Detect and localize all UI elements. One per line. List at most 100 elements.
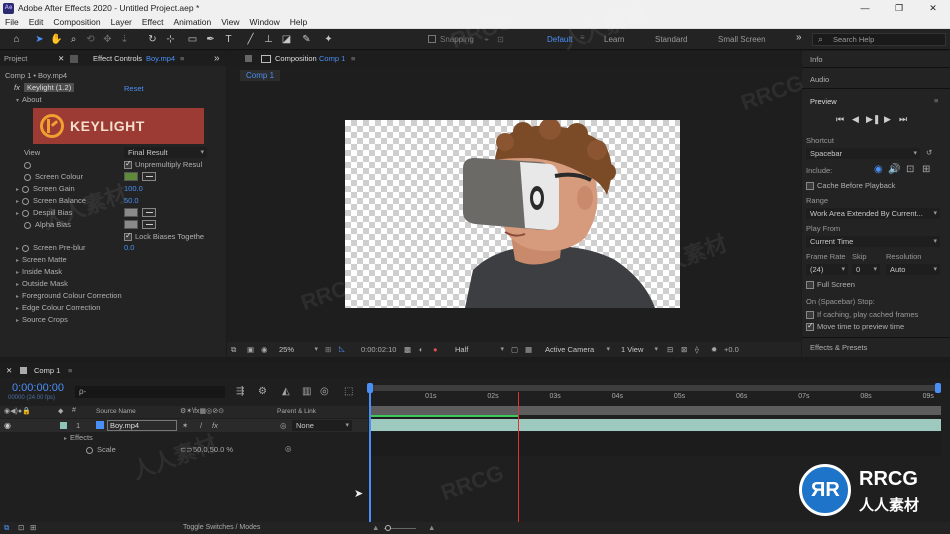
last-frame-icon[interactable]: ⏭ (899, 114, 907, 125)
minimize-button[interactable]: — (848, 0, 882, 16)
monitor-icon[interactable]: ▣ (247, 345, 254, 354)
roto-brush-tool-icon[interactable]: ✎ (300, 33, 313, 46)
quality-switch-icon[interactable]: / (200, 421, 202, 430)
workspace-learn[interactable]: Learn (604, 35, 624, 44)
shortcut-dropdown[interactable]: Spacebar (806, 148, 920, 159)
hand-tool-icon[interactable]: ✋ (50, 33, 63, 46)
show-snapshot-icon[interactable]: ◐ (419, 345, 424, 354)
tab-effect-controls-layer[interactable]: Boy.mp4 (146, 54, 175, 63)
type-tool-icon[interactable]: T (222, 33, 235, 46)
view-dropdown[interactable]: Final Result (124, 147, 207, 158)
cache-before-playback-checkbox[interactable]: Cache Before Playback (806, 181, 895, 191)
work-area-bar[interactable] (369, 406, 941, 415)
more-workspaces-icon[interactable]: » (796, 32, 802, 43)
skip-dropdown[interactable]: 0 (852, 264, 880, 275)
brush-tool-icon[interactable]: ╱ (244, 33, 257, 46)
current-time-indicator[interactable] (369, 392, 371, 522)
group-source-crops[interactable]: ▸ Source Crops (16, 315, 68, 324)
view-layout-dropdown[interactable]: 1 View (617, 344, 661, 355)
close-button[interactable]: ✕ (916, 0, 950, 16)
include-audio-icon[interactable]: 🔊 (888, 164, 900, 175)
resolution-dropdown[interactable]: Half (451, 344, 507, 355)
draft-3d-icon[interactable]: ⚙ (258, 386, 267, 397)
info-panel-tab[interactable]: Info (810, 55, 823, 64)
camera-dropdown[interactable]: Active Camera (541, 344, 613, 355)
menu-window[interactable]: Window (245, 17, 285, 27)
group-edge-colour-correction[interactable]: ▸ Edge Colour Correction (16, 303, 100, 312)
group-screen-matte[interactable]: ▸ Screen Matte (16, 255, 67, 264)
group-outside-mask[interactable]: ▸ Outside Mask (16, 279, 68, 288)
stopwatch-icon[interactable] (22, 244, 30, 252)
next-frame-icon[interactable]: ▶ (884, 114, 891, 125)
fx-icon[interactable]: fx (14, 83, 20, 92)
zoom-out-icon[interactable]: ▲ (372, 523, 379, 532)
parent-link-header[interactable]: Parent & Link (277, 408, 316, 415)
playhead[interactable] (518, 392, 520, 522)
toggle-switches-modes[interactable]: Toggle Switches / Modes (183, 524, 260, 531)
despill-bias-swatch[interactable] (124, 208, 138, 217)
screen-colour-swatch[interactable] (124, 172, 138, 181)
panel-menu-icon[interactable]: ≡ (68, 366, 72, 375)
lock-tab-icon[interactable] (70, 54, 78, 63)
graph-editor-icon[interactable]: ⬚ (344, 386, 353, 397)
panel-menu-icon[interactable]: ≡ (934, 96, 938, 105)
pick-whip-icon[interactable]: ◎ (280, 421, 287, 430)
first-frame-icon[interactable]: ⏮ (836, 114, 844, 125)
always-preview-icon[interactable]: ⧉ (231, 345, 236, 355)
alpha-bias-swatch[interactable] (124, 220, 138, 229)
stopwatch-icon[interactable] (22, 197, 30, 205)
workspace-menu-icon[interactable]: ≡ (580, 33, 585, 42)
pan-behind-tool-icon[interactable]: ⊹ (164, 33, 177, 46)
rotate-tool-icon[interactable]: ↻ (146, 33, 159, 46)
motion-blur-icon[interactable]: ◎ (320, 386, 329, 397)
shy-switch-icon[interactable]: ✶ (182, 421, 188, 430)
preview-panel-tab[interactable]: Preview (810, 97, 837, 106)
stopwatch-icon[interactable] (24, 221, 31, 229)
play-pause-icon[interactable]: ▶❚ (866, 114, 880, 125)
range-dropdown[interactable]: Work Area Extended By Current... (806, 208, 940, 219)
menu-effect[interactable]: Effect (137, 17, 169, 27)
layer-label-color[interactable] (60, 422, 67, 429)
zoom-dropdown[interactable]: 25% (275, 344, 321, 355)
if-caching-checkbox[interactable]: If caching, play cached frames (806, 310, 918, 320)
hide-shy-layers-icon[interactable]: ◭ (282, 386, 290, 397)
menu-file[interactable]: File (0, 17, 24, 27)
previous-frame-icon[interactable]: ◀ (852, 114, 859, 125)
menu-composition[interactable]: Composition (48, 17, 105, 27)
viewer-timecode[interactable]: 0:00:02:10 (361, 345, 396, 354)
frame-blending-icon[interactable]: ▥ (302, 386, 311, 397)
selection-tool-icon[interactable]: ➤ (33, 33, 46, 46)
about-toggle[interactable]: ▾ About (16, 95, 42, 104)
frame-rate-dropdown[interactable]: (24) (806, 264, 848, 275)
zoom-in-icon[interactable]: ▲ (428, 523, 435, 532)
pan-camera-icon[interactable]: ✥ (101, 33, 114, 46)
flowchart-icon[interactable]: ⟠ (695, 345, 699, 354)
stopwatch-icon[interactable] (24, 160, 35, 169)
tab-effect-controls[interactable]: Effect Controls (93, 54, 142, 63)
effect-switch-icon[interactable]: fx (212, 421, 218, 430)
panel-menu-icon[interactable]: ≡ (351, 54, 355, 63)
eyedropper-icon[interactable] (142, 208, 156, 217)
orbit-camera-icon[interactable]: ⟲ (84, 33, 97, 46)
menu-edit[interactable]: Edit (24, 17, 49, 27)
timeline-timecode[interactable]: 0:00:00:00 (12, 382, 64, 394)
group-inside-mask[interactable]: ▸ Inside Mask (16, 267, 62, 276)
comp-sub-tab[interactable]: Comp 1 (240, 70, 281, 81)
eraser-tool-icon[interactable]: ◪ (280, 33, 293, 46)
transparency-grid-icon[interactable]: ▦ (525, 345, 532, 354)
region-icon[interactable]: ▢ (511, 345, 518, 354)
include-overlays-icon[interactable]: ⊡ (906, 164, 914, 175)
reset-shortcut-icon[interactable]: ↺ (926, 148, 932, 157)
rectangle-tool-icon[interactable]: ▭ (186, 33, 199, 46)
close-tab-icon[interactable]: ✕ (6, 366, 12, 375)
audio-panel-tab[interactable]: Audio (810, 75, 829, 84)
home-icon[interactable]: ⌂ (10, 33, 23, 46)
tab-project[interactable]: Project (4, 54, 27, 63)
lock-tab-icon[interactable] (245, 55, 252, 62)
panel-menu-icon[interactable]: ≡ (180, 54, 184, 63)
eyedropper-icon[interactable] (142, 172, 156, 181)
snapping-checkbox[interactable] (428, 35, 436, 43)
region-of-interest-icon[interactable]: ◺ (339, 344, 345, 353)
tab-composition-comp[interactable]: Comp 1 (319, 54, 345, 63)
toggle-pixel-aspect-icon[interactable]: ⊟ (667, 345, 673, 354)
